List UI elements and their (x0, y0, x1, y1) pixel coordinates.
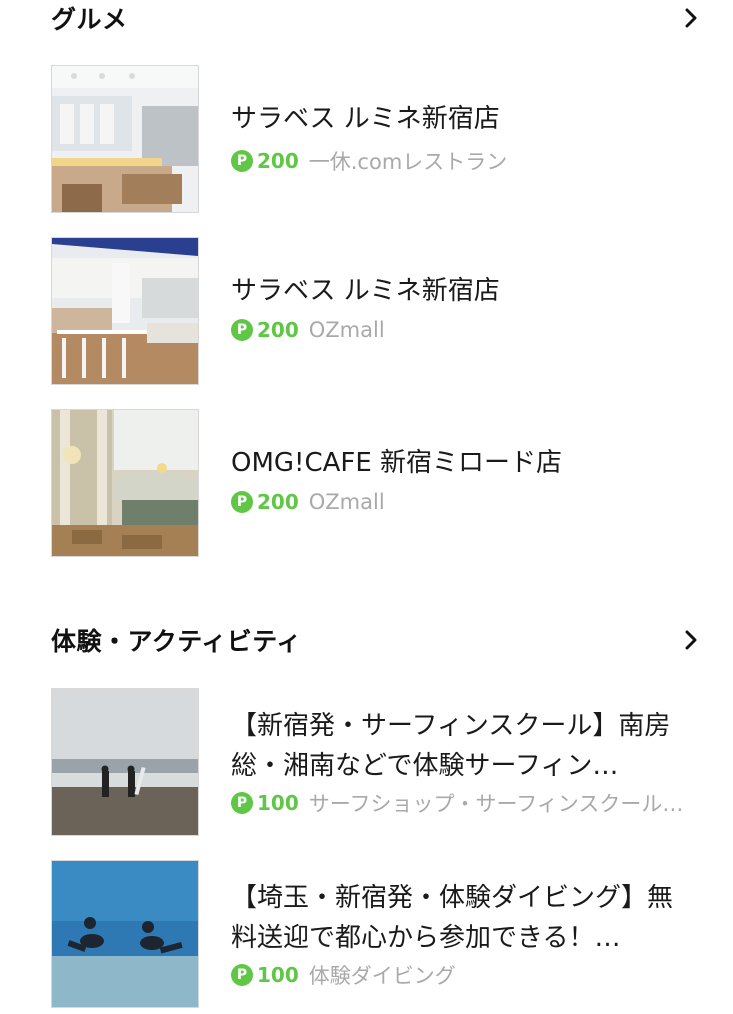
item-info: サラベス ルミネ新宿店 P 200 一休.comレストラン (231, 65, 713, 213)
diving-thumbnail (51, 860, 199, 1008)
restaurant-thumbnail (51, 65, 199, 213)
restaurant-thumbnail (51, 409, 199, 557)
item-info: サラベス ルミネ新宿店 P 200 OZmall (231, 237, 713, 385)
item-info: 【埼玉・新宿発・体験ダイビング】無料送迎で都心から参加できる！… P 100 体… (231, 860, 713, 1008)
item-meta: P 200 OZmall (231, 318, 713, 342)
item-title: 【新宿発・サーフィンスクール】南房総・湘南などで体験サーフィン… (231, 711, 671, 781)
gourmet-header[interactable]: グルメ (51, 0, 701, 36)
item-meta: P 100 体験ダイビング (231, 960, 713, 990)
activity-header[interactable]: 体験・アクティビティ (51, 622, 701, 658)
points-icon: P (231, 964, 253, 986)
item-meta: P 100 サーフショップ・サーフィンスクール… (231, 788, 713, 818)
source-label: 一休.comレストラン (308, 150, 508, 174)
list-item[interactable]: OMG!CAFE 新宿ミロード店 P 200 OZmall (51, 409, 713, 557)
points-value: 200 (257, 490, 299, 514)
item-title: OMG!CAFE 新宿ミロード店 (231, 448, 563, 478)
source-label: 体験ダイビング (308, 964, 456, 988)
source-label: OZmall (308, 490, 385, 514)
points-icon: P (231, 491, 253, 513)
list-item[interactable]: 【新宿発・サーフィンスクール】南房総・湘南などで体験サーフィン… P 100 サ… (51, 688, 713, 836)
item-title: サラベス ルミネ新宿店 (231, 104, 500, 134)
surfing-thumbnail (51, 688, 199, 836)
list-item[interactable]: 【埼玉・新宿発・体験ダイビング】無料送迎で都心から参加できる！… P 100 体… (51, 860, 713, 1008)
restaurant-thumbnail (51, 237, 199, 385)
item-meta: P 200 一休.comレストラン (231, 146, 713, 176)
source-label: OZmall (308, 318, 385, 342)
list-item[interactable]: サラベス ルミネ新宿店 P 200 一休.comレストラン (51, 65, 713, 213)
item-title: サラベス ルミネ新宿店 (231, 276, 500, 306)
item-info: OMG!CAFE 新宿ミロード店 P 200 OZmall (231, 409, 713, 557)
item-info: 【新宿発・サーフィンスクール】南房総・湘南などで体験サーフィン… P 100 サ… (231, 688, 713, 836)
points-value: 100 (257, 791, 299, 815)
points-icon: P (231, 319, 253, 341)
item-meta: P 200 OZmall (231, 490, 713, 514)
points-value: 200 (257, 149, 299, 173)
points-value: 100 (257, 963, 299, 987)
section-title: グルメ (51, 5, 128, 34)
item-title: 【埼玉・新宿発・体験ダイビング】無料送迎で都心から参加できる！… (231, 883, 674, 953)
chevron-right-icon[interactable] (681, 8, 701, 28)
points-icon: P (231, 150, 253, 172)
points-icon: P (231, 792, 253, 814)
source-label: サーフショップ・サーフィンスクール… (308, 792, 684, 816)
points-value: 200 (257, 318, 299, 342)
list-item[interactable]: サラベス ルミネ新宿店 P 200 OZmall (51, 237, 713, 385)
chevron-right-icon[interactable] (681, 630, 701, 650)
section-title: 体験・アクティビティ (51, 627, 302, 656)
